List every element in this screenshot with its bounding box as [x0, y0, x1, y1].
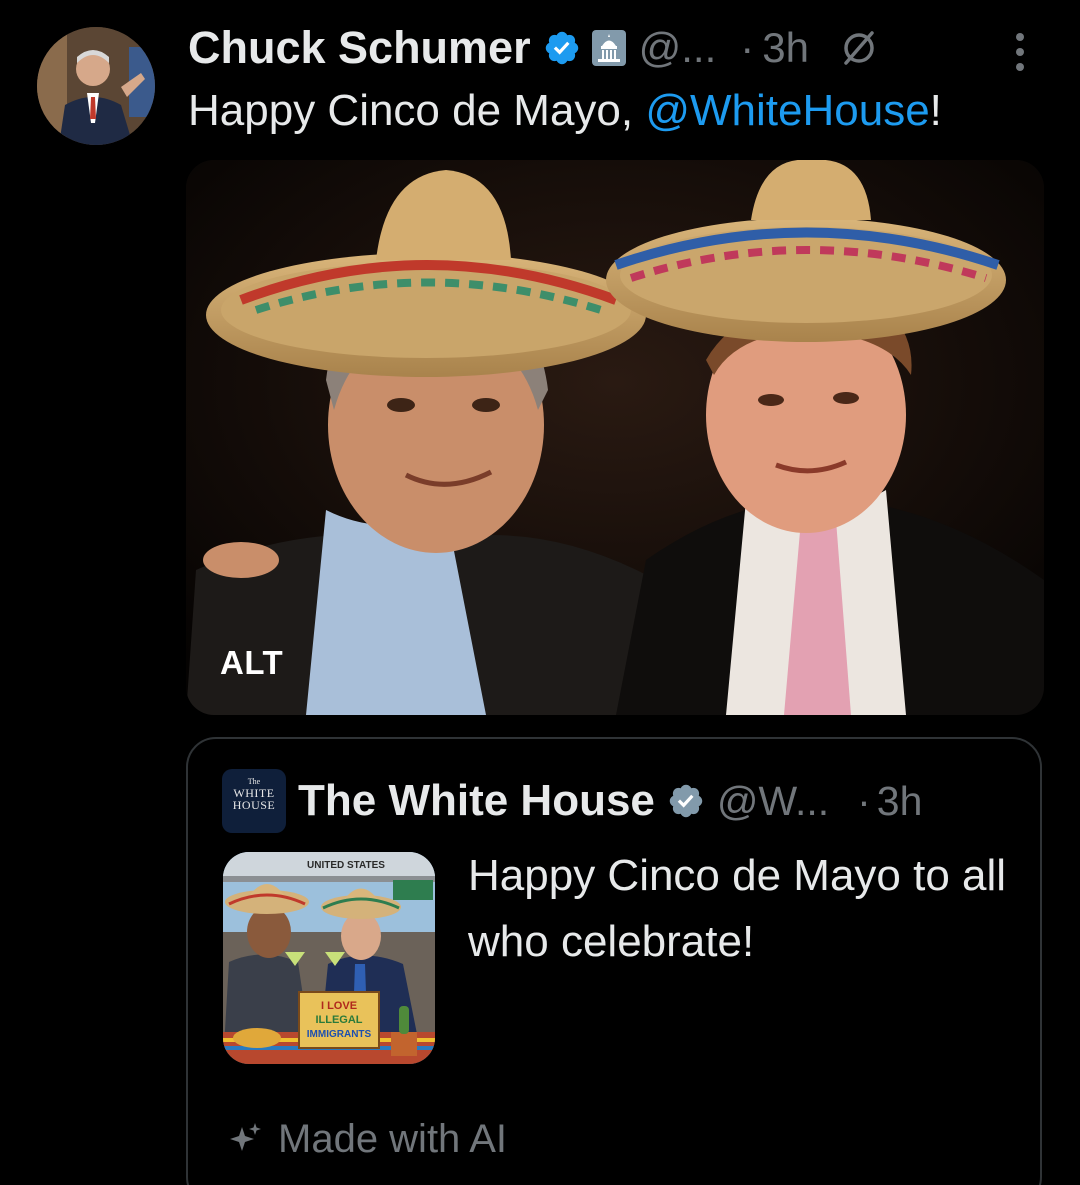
header-separator: · — [740, 24, 755, 71]
alt-text-badge[interactable]: ALT — [220, 644, 283, 682]
thumb-sign-line: IMMIGRANTS — [307, 1029, 372, 1040]
author-handle[interactable]: @... — [639, 24, 717, 72]
quoted-author-handle[interactable]: @W... — [717, 778, 829, 825]
made-with-ai-label[interactable]: Made with AI — [226, 1117, 507, 1162]
verified-badge-icon[interactable] — [667, 782, 705, 820]
quoted-tweet-timestamp[interactable]: 3h — [877, 778, 923, 825]
capitol-government-icon[interactable] — [591, 29, 627, 67]
avatar-text-line: The — [247, 777, 261, 786]
quoted-tweet-thumbnail[interactable]: UNITED STATES I LOVE ILLEGAL IMMIGRANTS — [223, 852, 435, 1064]
thumb-sign-line: ILLEGAL — [315, 1014, 362, 1026]
sparkle-icon — [226, 1121, 264, 1159]
made-with-ai-text: Made with AI — [278, 1117, 508, 1161]
header-separator: · — [857, 777, 871, 824]
tweet-text: Happy Cinco de Mayo, @WhiteHouse! — [188, 83, 942, 139]
tweet[interactable]: Chuck Schumer @... · 3h Happy Cinco de M… — [0, 0, 1080, 1185]
tweet-media-image[interactable]: ALT — [186, 160, 1044, 715]
more-vertical-icon[interactable] — [1008, 30, 1032, 74]
tweet-text-end: ! — [929, 86, 942, 135]
thumb-sign-line: I LOVE — [321, 1000, 357, 1012]
author-avatar[interactable] — [37, 27, 155, 145]
verified-badge-icon[interactable] — [543, 29, 581, 67]
thumb-sign-text: UNITED STATES — [307, 860, 385, 871]
tweet-text-part: Happy Cinco de Mayo, — [188, 86, 646, 135]
quoted-author-display-name[interactable]: The White House — [298, 776, 655, 826]
avatar-text-line: HOUSE — [232, 798, 276, 812]
author-display-name[interactable]: Chuck Schumer — [188, 22, 531, 74]
quoted-tweet-header: The White House @W... · 3h — [298, 771, 922, 831]
quoted-tweet-text: Happy Cinco de Mayo to all who celebrate… — [468, 851, 1007, 966]
no-reply-circle-slash-icon[interactable] — [839, 28, 879, 68]
tweet-header: Chuck Schumer @... · 3h — [188, 18, 879, 78]
quoted-tweet[interactable]: The WHITE HOUSE The White House @W... · … — [186, 737, 1042, 1185]
tweet-timestamp[interactable]: 3h — [762, 24, 809, 72]
mention-link[interactable]: @WhiteHouse — [645, 86, 929, 135]
quoted-author-avatar[interactable]: The WHITE HOUSE — [222, 769, 286, 833]
